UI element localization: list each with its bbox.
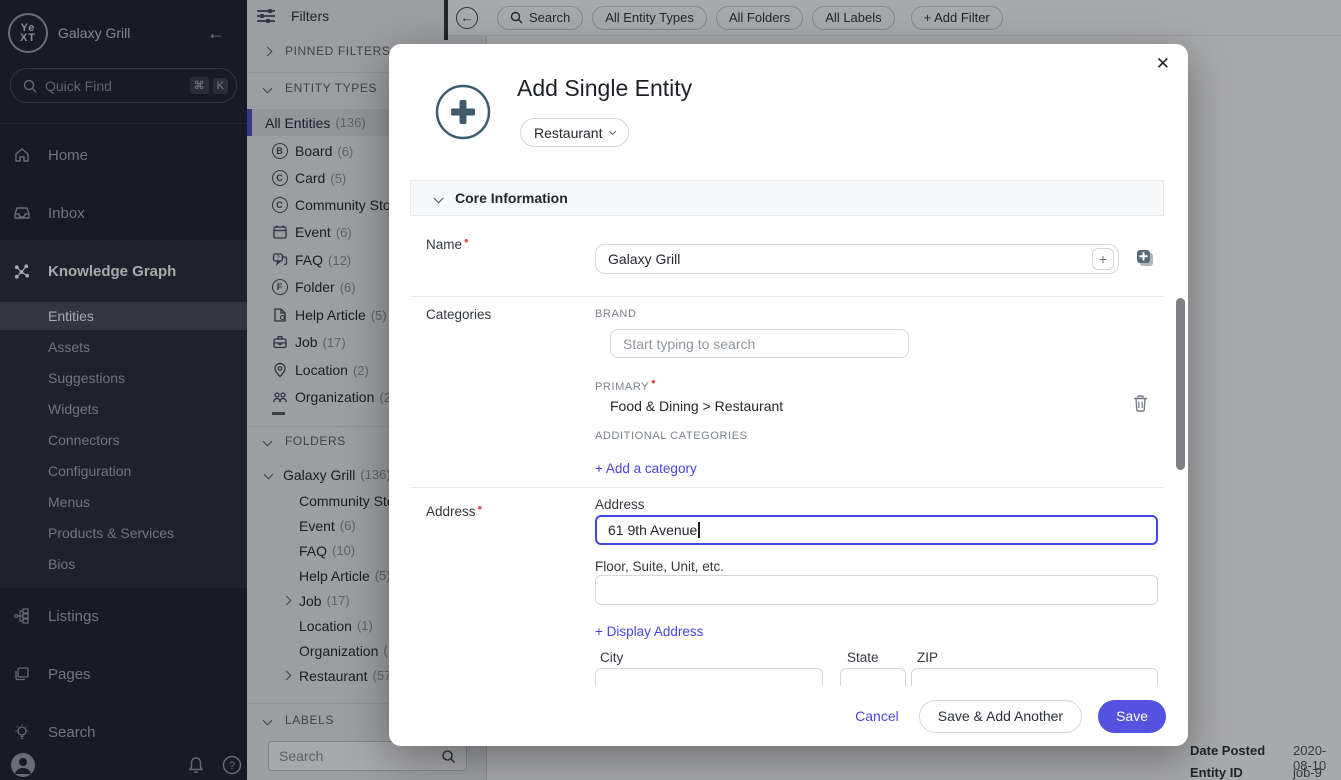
modal-title: Add Single Entity	[517, 75, 692, 102]
brand-search-input[interactable]	[610, 329, 909, 358]
categories-field-label: Categories	[426, 307, 491, 322]
add-entity-plus-icon	[435, 84, 491, 140]
name-input-wrap: +	[595, 244, 1119, 274]
divider	[410, 296, 1164, 297]
zip-input[interactable]	[911, 668, 1158, 686]
city-input[interactable]	[595, 668, 823, 686]
cancel-button[interactable]: Cancel	[855, 708, 899, 724]
add-entity-modal: ✕ Add Single Entity Restaurant Core Info…	[389, 44, 1188, 746]
address-line1-label: Address	[595, 497, 645, 512]
divider	[410, 487, 1164, 488]
delete-category-trash-icon[interactable]	[1133, 395, 1148, 412]
core-information-section[interactable]: Core Information	[410, 180, 1164, 216]
add-translation-icon[interactable]	[1136, 249, 1154, 267]
state-input[interactable]	[840, 668, 906, 686]
address-line1-input[interactable]: 61 9th Avenue	[595, 515, 1158, 545]
entity-type-dropdown[interactable]: Restaurant	[520, 118, 629, 147]
city-label: City	[600, 650, 623, 665]
required-indicator: •	[478, 500, 483, 515]
zip-label: ZIP	[917, 650, 938, 665]
modal-scrollbar[interactable]	[1176, 298, 1185, 470]
name-add-button[interactable]: +	[1092, 248, 1114, 270]
address-line2-input[interactable]	[595, 575, 1158, 605]
primary-label: PRIMARY•	[595, 374, 656, 393]
state-label: State	[847, 650, 879, 665]
section-title: Core Information	[455, 190, 568, 206]
brand-label: BRAND	[595, 308, 637, 320]
additional-categories-label: ADDITIONAL CATEGORIES	[595, 430, 748, 442]
primary-category-value: Food & Dining > Restaurant	[610, 398, 783, 414]
address-field-label: Address•	[426, 500, 482, 519]
address-line2-label: Floor, Suite, Unit, etc.	[595, 559, 724, 574]
save-add-another-button[interactable]: Save & Add Another	[919, 700, 1082, 733]
app-screen: Ye XT Galaxy Grill ← ⌘ K Home Inbox Know…	[0, 0, 1341, 780]
required-indicator: •	[651, 374, 656, 389]
chevron-down-icon	[609, 128, 616, 135]
chevron-down-icon	[434, 193, 444, 203]
required-indicator: •	[464, 233, 469, 248]
name-field-label: Name•	[426, 233, 469, 252]
save-button[interactable]: Save	[1098, 700, 1166, 733]
close-icon[interactable]: ✕	[1156, 54, 1170, 74]
name-input[interactable]	[595, 244, 1119, 274]
modal-body: Core Information Name• + Categories BRAN…	[389, 164, 1188, 686]
modal-footer: Cancel Save & Add Another Save	[389, 686, 1188, 746]
display-address-link[interactable]: + Display Address	[595, 624, 703, 639]
add-category-link[interactable]: + Add a category	[595, 461, 697, 476]
text-caret	[698, 522, 700, 538]
address-line1-value: 61 9th Avenue	[608, 522, 697, 538]
